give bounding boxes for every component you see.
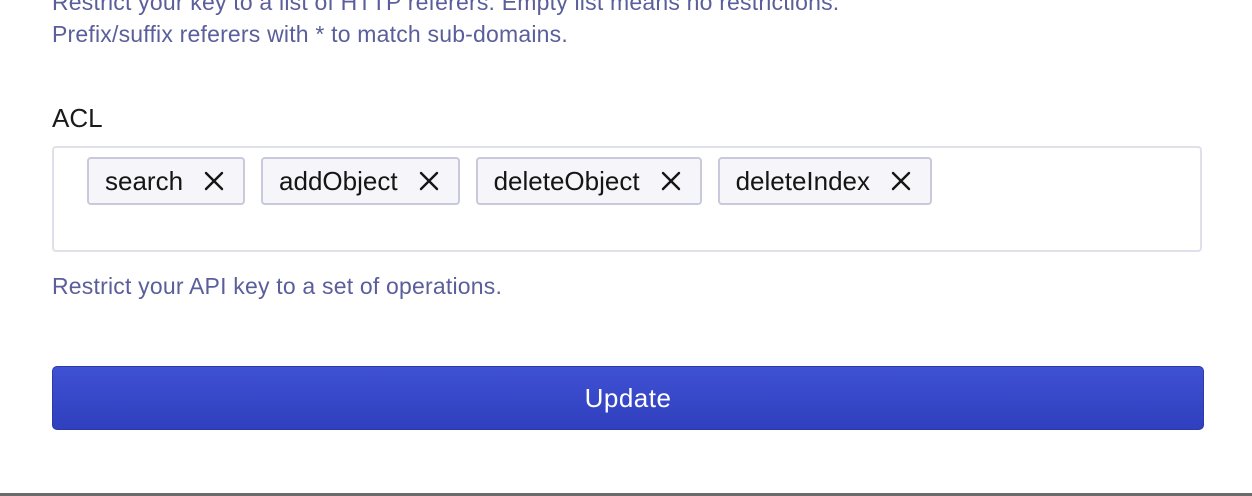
tag-label: deleteObject: [493, 165, 640, 196]
tag-label: search: [105, 165, 184, 196]
acl-help-text: Restrict your API key to a set of operat…: [52, 273, 503, 299]
update-button[interactable]: Update: [52, 366, 1204, 430]
close-icon[interactable]: [418, 170, 440, 192]
close-icon[interactable]: [890, 170, 912, 192]
acl-tag-addobject: addObject: [261, 157, 460, 205]
acl-tag-search: search: [87, 157, 246, 205]
acl-tag-deleteindex: deleteIndex: [717, 157, 933, 205]
acl-tag-input[interactable]: search addObject deleteObject deleteInde…: [52, 146, 1202, 252]
acl-label: ACL: [52, 103, 103, 133]
referers-help-text-secondary: Prefix/suffix referers with * to match s…: [52, 21, 568, 47]
api-key-edit-form: Restrict your key to a list of HTTP refe…: [0, 0, 1252, 496]
close-icon[interactable]: [203, 170, 225, 192]
tag-label: addObject: [279, 165, 398, 196]
referers-help-text: Restrict your key to a list of HTTP refe…: [52, 0, 840, 15]
tag-label: deleteIndex: [735, 165, 871, 196]
close-icon[interactable]: [660, 170, 682, 192]
acl-tag-deleteobject: deleteObject: [475, 157, 702, 205]
